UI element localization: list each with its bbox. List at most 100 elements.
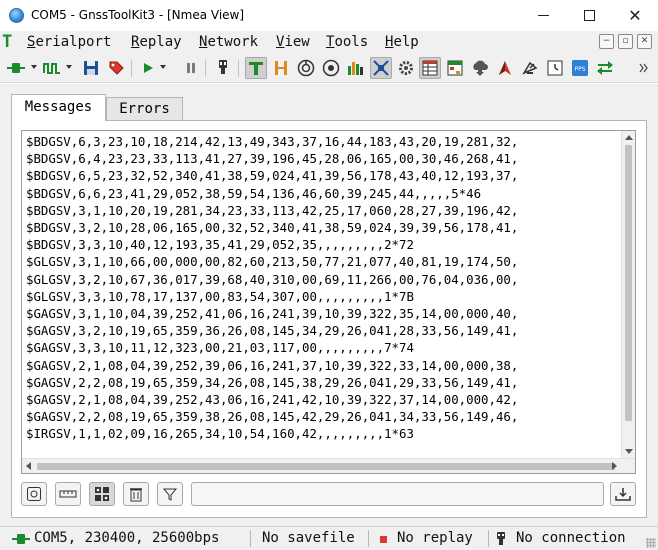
swap-arrows-icon[interactable]: [594, 57, 616, 79]
nmea-log-lines: $BDGSV,6,3,23,10,18,214,42,13,49,343,37,…: [26, 133, 622, 457]
status-network: No connection: [516, 530, 626, 546]
horizontal-scroll-thumb[interactable]: [37, 463, 615, 470]
send-command-button[interactable]: [610, 482, 636, 506]
command-bar: [21, 481, 636, 511]
satellite-dish-icon[interactable]: [519, 57, 541, 79]
log-line: $BDGSV,3,3,10,40,12,193,35,41,29,052,35,…: [26, 237, 414, 253]
serial-dropdown-caret-icon[interactable]: [31, 65, 37, 69]
maximize-button[interactable]: [566, 0, 612, 31]
menu-serialport[interactable]: Serialport: [27, 34, 111, 51]
minimize-icon: [537, 15, 549, 16]
command-input[interactable]: [191, 482, 604, 506]
usb-plug-icon[interactable]: [212, 57, 234, 79]
log-line: $BDGSV,3,2,10,28,06,165,00,32,52,340,41,…: [26, 220, 519, 236]
menu-view[interactable]: View: [276, 34, 310, 51]
gear-icon[interactable]: [395, 57, 417, 79]
log-line: $BDGSV,6,6,23,41,29,052,38,59,54,136,46,…: [26, 185, 482, 201]
ruler-button[interactable]: [55, 482, 81, 506]
satellite-icon[interactable]: [370, 57, 392, 79]
resize-grip-icon[interactable]: [646, 538, 656, 548]
bar-chart-icon[interactable]: [345, 57, 367, 79]
log-line: $BDGSV,6,3,23,10,18,214,42,13,49,343,37,…: [26, 134, 519, 149]
menu-tools[interactable]: Tools: [326, 34, 368, 51]
filter-view-icon: [27, 487, 41, 501]
log-line: $GAGSV,2,2,08,19,65,359,34,26,08,145,38,…: [26, 374, 519, 390]
svg-text:PPS: PPS: [574, 66, 585, 73]
waveform-icon[interactable]: [41, 57, 63, 79]
cloud-download-icon[interactable]: [469, 57, 491, 79]
close-icon: ✕: [628, 5, 642, 25]
waveform-dropdown-caret-icon[interactable]: [66, 65, 72, 69]
mdi-minimize-button[interactable]: −: [599, 34, 614, 49]
horizontal-scrollbar[interactable]: [22, 458, 635, 473]
menu-network[interactable]: Network: [199, 34, 258, 51]
log-line: $GAGSV,3,3,10,11,12,323,00,21,03,117,00,…: [26, 340, 414, 356]
app-logo-icon: T: [2, 32, 13, 52]
window-title: COM5 - GnssToolKit3 - [Nmea View]: [31, 8, 245, 22]
play-icon[interactable]: [137, 57, 159, 79]
compass-icon[interactable]: [295, 57, 317, 79]
toolbar: PPS: [0, 55, 658, 83]
log-line: $GLGSV,3,1,10,66,00,000,00,82,60,213,50,…: [26, 254, 519, 270]
messages-panel: $BDGSV,6,3,23,10,18,214,42,13,49,343,37,…: [11, 120, 647, 518]
scroll-down-icon[interactable]: [625, 449, 633, 454]
log-line: $BDGSV,6,5,23,32,52,340,41,38,59,024,41,…: [26, 168, 519, 184]
filter-view-button[interactable]: [21, 482, 47, 506]
status-connection: COM5, 230400, 25600bps: [34, 530, 220, 546]
pause-icon[interactable]: [180, 57, 202, 79]
mdi-close-button[interactable]: ✕: [637, 34, 652, 49]
log-line: $BDGSV,6,4,23,23,33,113,41,27,39,196,45,…: [26, 151, 519, 167]
replay-status-icon: [380, 536, 387, 543]
serial-port-icon: [12, 534, 30, 544]
tag-icon[interactable]: [105, 57, 127, 79]
funnel-icon: [163, 488, 177, 501]
log-line: $BDGSV,3,1,10,20,19,281,34,23,33,113,42,…: [26, 202, 519, 218]
close-button[interactable]: ✕: [612, 0, 658, 31]
antenna-icon[interactable]: [494, 57, 516, 79]
scroll-left-icon[interactable]: [26, 462, 31, 470]
play-dropdown-caret-icon[interactable]: [160, 65, 166, 69]
vertical-scrollbar[interactable]: [621, 131, 635, 458]
vertical-scroll-thumb[interactable]: [625, 145, 632, 421]
log-line: $GAGSV,2,1,08,04,39,252,43,06,16,241,42,…: [26, 392, 519, 408]
log-line: $IRGSV,1,1,02,09,16,265,34,10,54,160,42,…: [26, 426, 414, 442]
menu-bar: T Serialport Replay Network View Tools H…: [0, 31, 658, 55]
overflow-chevron-icon[interactable]: [636, 57, 652, 79]
target-icon[interactable]: [320, 57, 342, 79]
menu-replay[interactable]: Replay: [131, 34, 182, 51]
maximize-icon: [583, 10, 595, 21]
h-view-icon[interactable]: [270, 57, 292, 79]
title-bar: COM5 - GnssToolKit3 - [Nmea View] ✕: [0, 0, 658, 31]
main-area: Messages Errors $BDGSV,6,3,23,10,18,214,…: [0, 84, 658, 526]
clear-log-button[interactable]: [123, 482, 149, 506]
status-replay: No replay: [397, 530, 473, 546]
text-view-icon[interactable]: [245, 57, 267, 79]
nmea-log-view[interactable]: $BDGSV,6,3,23,10,18,214,42,13,49,343,37,…: [21, 130, 636, 474]
menu-help[interactable]: Help: [385, 34, 419, 51]
grid-select-button[interactable]: [89, 482, 115, 506]
scroll-up-icon[interactable]: [625, 135, 633, 140]
grid-select-icon: [95, 487, 109, 501]
tab-errors[interactable]: Errors: [106, 97, 183, 121]
log-line: $GAGSV,3,2,10,19,65,359,36,26,08,145,34,…: [26, 323, 519, 339]
save-icon[interactable]: [80, 57, 102, 79]
network-plug-icon: [497, 532, 505, 545]
mdi-restore-button[interactable]: ▫: [618, 34, 633, 49]
scroll-right-icon[interactable]: [612, 462, 617, 470]
serial-connect-icon[interactable]: [5, 57, 27, 79]
tab-messages[interactable]: Messages: [11, 94, 106, 121]
clock-icon[interactable]: [544, 57, 566, 79]
log-line: $GAGSV,3,1,10,04,39,252,41,06,16,241,39,…: [26, 306, 519, 322]
log-line: $GLGSV,3,2,10,67,36,017,39,68,40,310,00,…: [26, 271, 519, 287]
status-savefile: No savefile: [262, 530, 355, 546]
app-globe-icon: [9, 8, 24, 23]
table-color-icon[interactable]: [444, 57, 466, 79]
table-icon[interactable]: [419, 57, 441, 79]
filter-button[interactable]: [157, 482, 183, 506]
ruler-icon: [59, 490, 77, 498]
log-line: $GLGSV,3,3,10,78,17,137,00,83,54,307,00,…: [26, 288, 414, 304]
trash-icon: [130, 488, 142, 502]
status-bar: COM5, 230400, 25600bps No savefile No re…: [0, 526, 658, 550]
minimize-button[interactable]: [520, 0, 566, 31]
pps-icon[interactable]: PPS: [569, 57, 591, 79]
